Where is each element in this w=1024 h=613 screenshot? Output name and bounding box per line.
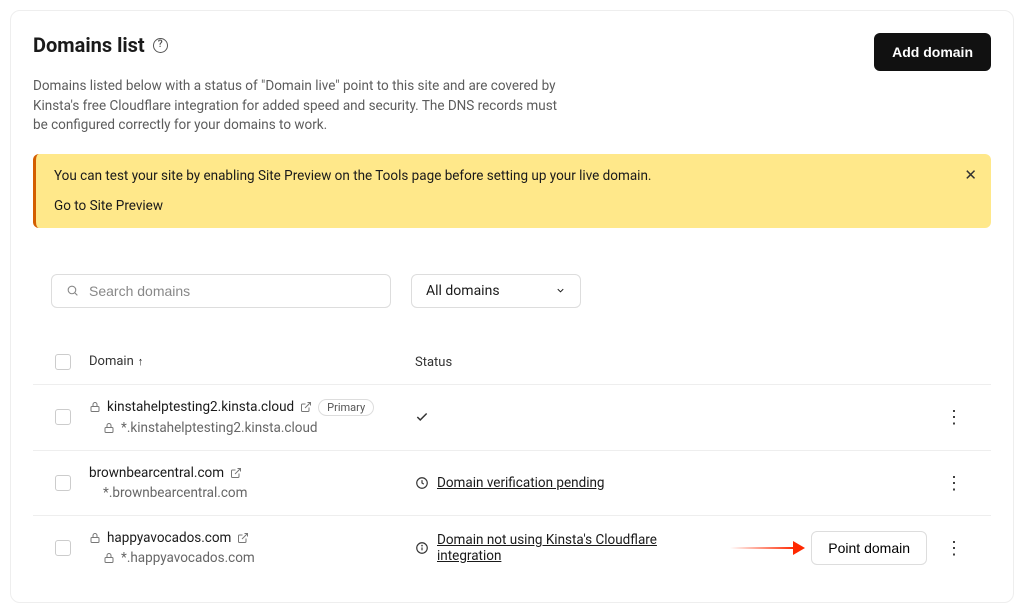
page-title: Domains list xyxy=(33,33,145,57)
sort-up-icon: ↑ xyxy=(138,355,144,368)
domains-panel: Domains list ? Add domain Domains listed… xyxy=(10,10,1014,603)
external-link-icon[interactable] xyxy=(237,532,249,544)
select-all-checkbox[interactable] xyxy=(55,354,71,370)
search-input[interactable] xyxy=(89,283,376,299)
close-icon[interactable]: ✕ xyxy=(964,168,977,183)
row-checkbox[interactable] xyxy=(55,475,71,491)
wildcard-domain: *.happyavocados.com xyxy=(121,550,255,566)
search-icon xyxy=(66,284,79,297)
help-icon[interactable]: ? xyxy=(153,38,168,53)
table-row: happyavocados.com *.happyavocados.com Do… xyxy=(33,516,991,580)
lock-icon xyxy=(89,401,101,413)
wildcard-domain: *.brownbearcentral.com xyxy=(103,485,247,501)
panel-header: Domains list ? Add domain xyxy=(33,33,991,71)
column-status: Status xyxy=(415,355,452,370)
more-actions-button[interactable]: ⋮ xyxy=(939,470,969,496)
lock-icon xyxy=(89,532,101,544)
lock-icon xyxy=(103,552,115,564)
site-preview-notice: ✕ You can test your site by enabling Sit… xyxy=(33,154,991,228)
external-link-icon[interactable] xyxy=(300,401,312,413)
checkmark-icon xyxy=(415,410,429,424)
row-checkbox[interactable] xyxy=(55,540,71,556)
table-header: Domain ↑ Status xyxy=(33,354,991,385)
domain-name: brownbearcentral.com xyxy=(89,465,224,481)
info-circle-icon xyxy=(415,541,429,555)
domain-name: kinstahelptesting2.kinsta.cloud xyxy=(107,399,294,415)
column-domain[interactable]: Domain xyxy=(89,354,134,369)
annotation-arrow xyxy=(730,541,805,555)
status-link[interactable]: Domain verification pending xyxy=(437,475,605,491)
wildcard-domain: *.kinstahelptesting2.kinsta.cloud xyxy=(121,420,318,436)
clock-icon xyxy=(415,476,429,490)
site-preview-link[interactable]: Go to Site Preview xyxy=(54,198,163,214)
search-input-wrap[interactable] xyxy=(51,274,391,308)
more-actions-button[interactable]: ⋮ xyxy=(939,535,969,561)
status-link[interactable]: Domain not using Kinsta's Cloudflare int… xyxy=(437,532,706,564)
add-domain-button[interactable]: Add domain xyxy=(874,33,991,71)
more-actions-button[interactable]: ⋮ xyxy=(939,404,969,430)
table-row: kinstahelptesting2.kinsta.cloud Primary … xyxy=(33,385,991,451)
table-controls: All domains xyxy=(51,274,991,308)
primary-badge: Primary xyxy=(318,399,374,416)
table-row: brownbearcentral.com *.brownbearcentral.… xyxy=(33,451,991,516)
row-checkbox[interactable] xyxy=(55,409,71,425)
domain-name: happyavocados.com xyxy=(107,530,231,546)
page-subtext: Domains listed below with a status of "D… xyxy=(33,77,573,136)
notice-text: You can test your site by enabling Site … xyxy=(54,168,973,184)
external-link-icon[interactable] xyxy=(230,467,242,479)
filter-label: All domains xyxy=(426,283,500,299)
chevron-down-icon xyxy=(555,285,566,296)
lock-icon xyxy=(103,422,115,434)
filter-select[interactable]: All domains xyxy=(411,274,581,308)
point-domain-button[interactable]: Point domain xyxy=(811,531,927,565)
